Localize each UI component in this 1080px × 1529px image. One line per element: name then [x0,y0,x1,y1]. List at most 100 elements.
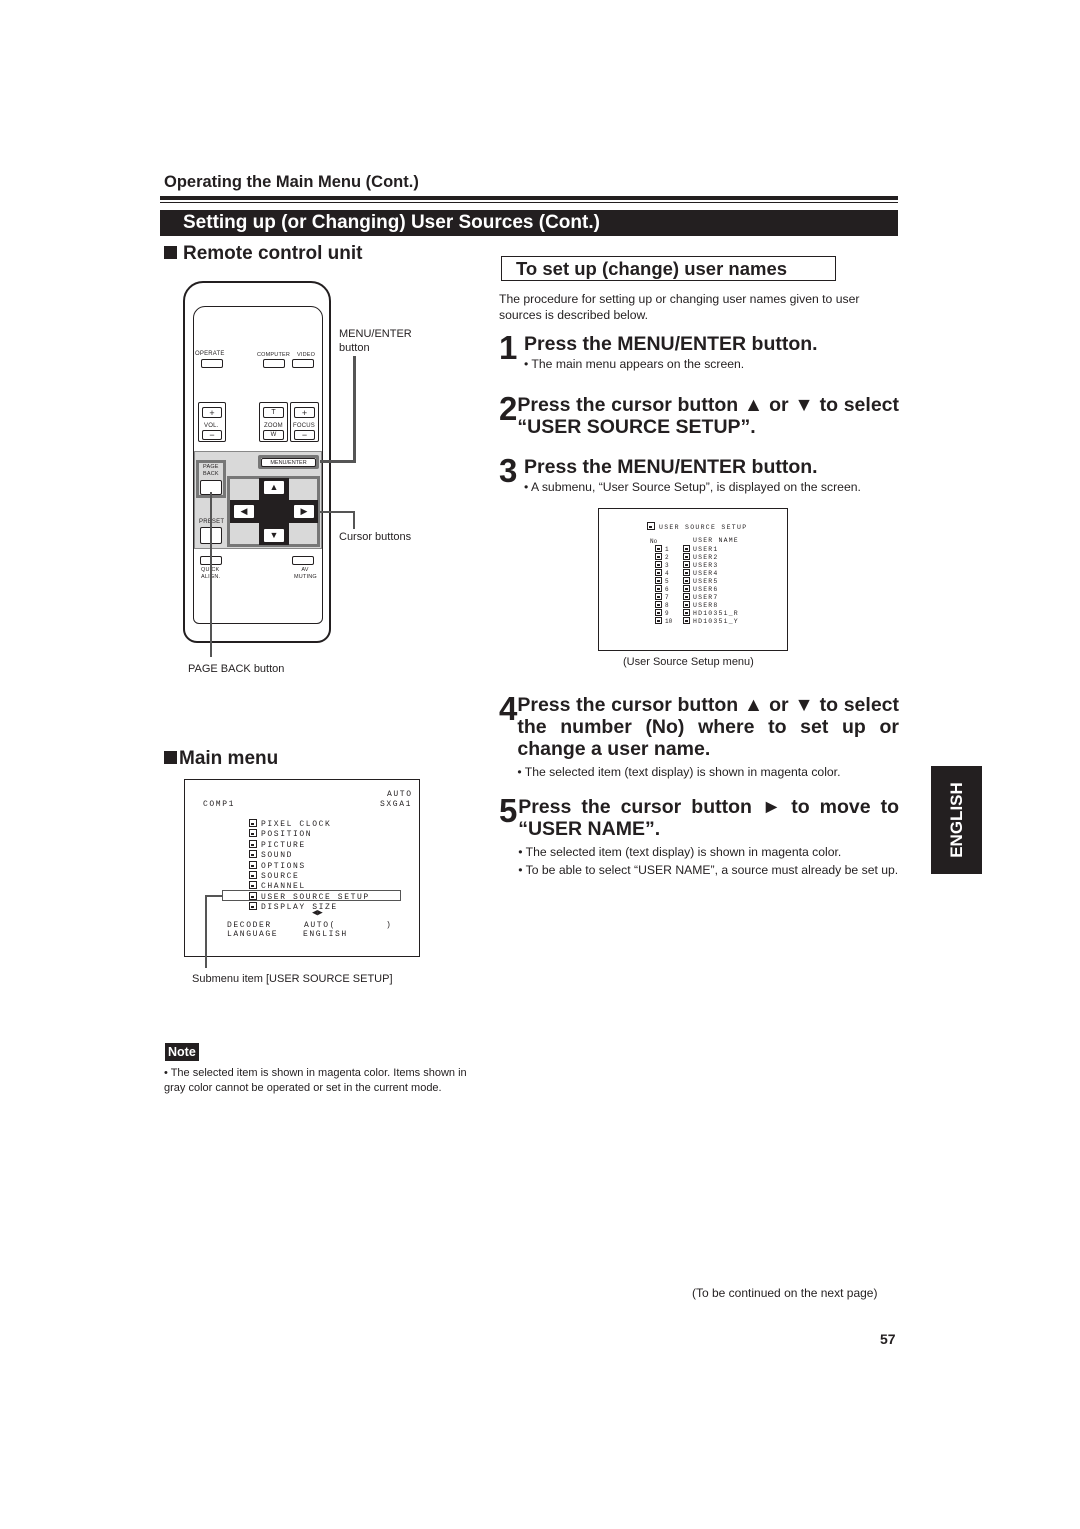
video-button[interactable] [292,359,314,368]
menu-item-icon [249,850,257,859]
user-source-no: 2 [655,553,669,561]
user-source-name-text: USER2 [693,554,719,561]
user-source-name: HD1035i_Y [683,617,739,625]
header-rule-thick [160,196,898,200]
menu-enter-button[interactable]: MENU/ENTER [261,458,316,467]
step-bullet: • The main menu appears on the screen. [524,357,745,371]
zoom-tele-button[interactable]: T [263,407,284,418]
step-5: 5 Press the cursor button ► to move to “… [499,792,899,879]
menu-item-icon [655,569,662,576]
page-back-callout-v [210,492,212,657]
user-source-no: 4 [655,569,669,577]
main-menu-item[interactable]: PIXEL CLOCK [249,819,331,829]
quick-align-label: QUICK ALIGN. [201,567,223,581]
menu-item-icon [249,839,257,848]
menu-enter-callout-line2: button [339,342,370,354]
main-menu-heading-text: Main menu [179,748,279,769]
step-title: Press the MENU/ENTER button. [524,456,818,478]
language-side-tab: ENGLISH [931,766,982,874]
user-source-no-text: 3 [665,562,669,569]
main-menu-item-label: SOURCE [261,872,300,881]
language-value: ENGLISH [303,930,348,939]
zoom-wide-button[interactable]: W [263,430,284,440]
remote-heading-text: Remote control unit [183,243,363,264]
menu-item-icon [683,577,690,584]
user-source-no: 7 [655,593,669,601]
header-rule-thin [160,202,898,203]
cursor-right-button[interactable]: ▶ [293,504,315,519]
main-menu-item-label: PICTURE [261,840,306,850]
user-source-name: USER3 [683,561,719,569]
cursor-up-button[interactable]: ▲ [263,480,285,495]
side-tab-label: ENGLISH [946,782,966,858]
source-name: COMP1 [203,800,236,809]
vol-plus-button[interactable]: + [202,407,222,418]
main-menu-item[interactable]: DISPLAY SIZE [249,902,338,912]
step-number: 5 [499,792,518,829]
step-number: 4 [499,690,518,727]
menu-enter-callout: MENU/ENTER button [339,327,412,355]
main-menu-heading: Main menu [164,748,278,770]
cursor-callout-h [320,511,355,513]
menu-item-icon [655,609,662,616]
menu-item-icon [655,585,662,592]
main-menu-item[interactable]: SOURCE [249,871,299,881]
user-source-no: 9 [655,609,669,617]
submenu-callout-v [205,895,207,968]
main-menu-item-label: SOUND [261,851,294,861]
col-name-header: USER NAME [693,537,739,544]
menu-callout-h [320,460,355,463]
step-2: 2 Press the cursor button ▲ or ▼ to sele… [499,390,899,438]
main-menu-item[interactable]: PICTURE [249,839,306,850]
menu-item-icon [655,561,662,568]
step-bullet: • The selected item (text display) is sh… [518,845,842,859]
focus-plus-button[interactable]: + [294,407,315,418]
main-menu-item[interactable]: OPTIONS [249,860,306,871]
menu-item-icon [683,585,690,592]
step-4: 4 Press the cursor button ▲ or ▼ to sele… [499,690,899,781]
cursor-down-button[interactable]: ▼ [263,528,285,543]
step-1: 1 Press the MENU/ENTER button. • The mai… [499,331,899,373]
user-source-title-text: USER SOURCE SETUP [659,524,748,531]
step-number: 2 [499,390,518,427]
step-title: Press the MENU/ENTER button. [524,333,818,355]
menu-item-icon [683,545,690,552]
user-source-name-text: USER5 [693,578,719,585]
menu-item-icon [655,617,662,624]
step-bullet: • The selected item (text display) is sh… [517,765,841,779]
page-back-label: PAGE BACK [203,464,219,477]
operate-button[interactable] [201,359,223,368]
menu-item-icon [249,871,257,879]
user-source-no-text: 9 [665,610,669,617]
menu-item-icon [249,829,257,838]
focus-minus-button[interactable]: − [294,430,315,440]
user-source-no: 10 [655,617,672,625]
language-label: LANGUAGE [227,930,279,939]
vol-minus-button[interactable]: − [202,430,222,440]
av-muting-label: AV MUTING [294,567,317,580]
col-no-header: No [650,538,658,545]
av-muting-button[interactable] [292,556,314,565]
note-label: Note [165,1043,199,1061]
user-source-no-text: 8 [665,602,669,609]
remote-heading: Remote control unit [164,243,362,265]
user-source-name: USER6 [683,585,719,593]
user-source-name: USER1 [683,545,719,553]
computer-button[interactable] [263,359,285,368]
user-source-name-text: HD1035i_R [693,610,739,617]
step-bullet: • A submenu, “User Source Setup”, is dis… [524,480,861,494]
user-source-no-text: 10 [665,618,673,625]
operate-label: OPERATE [195,351,225,357]
main-menu-caption: Submenu item [USER SOURCE SETUP] [192,973,393,985]
continued-note: (To be continued on the next page) [692,1286,878,1300]
user-names-heading: To set up (change) user names [501,256,836,281]
cursor-left-button[interactable]: ◀ [233,504,255,519]
main-menu-item[interactable]: SOUND [249,850,293,860]
main-menu-item[interactable]: POSITION [249,829,312,839]
page-banner: Setting up (or Changing) User Sources (C… [160,210,898,236]
mode-bottom: SXGA1 [380,800,413,809]
step-bullet: • To be able to select “USER NAME”, a so… [518,863,899,877]
main-menu-item-label: DISPLAY SIZE [261,903,338,913]
step-number: 3 [499,452,518,489]
user-source-name-text: USER6 [693,586,719,593]
